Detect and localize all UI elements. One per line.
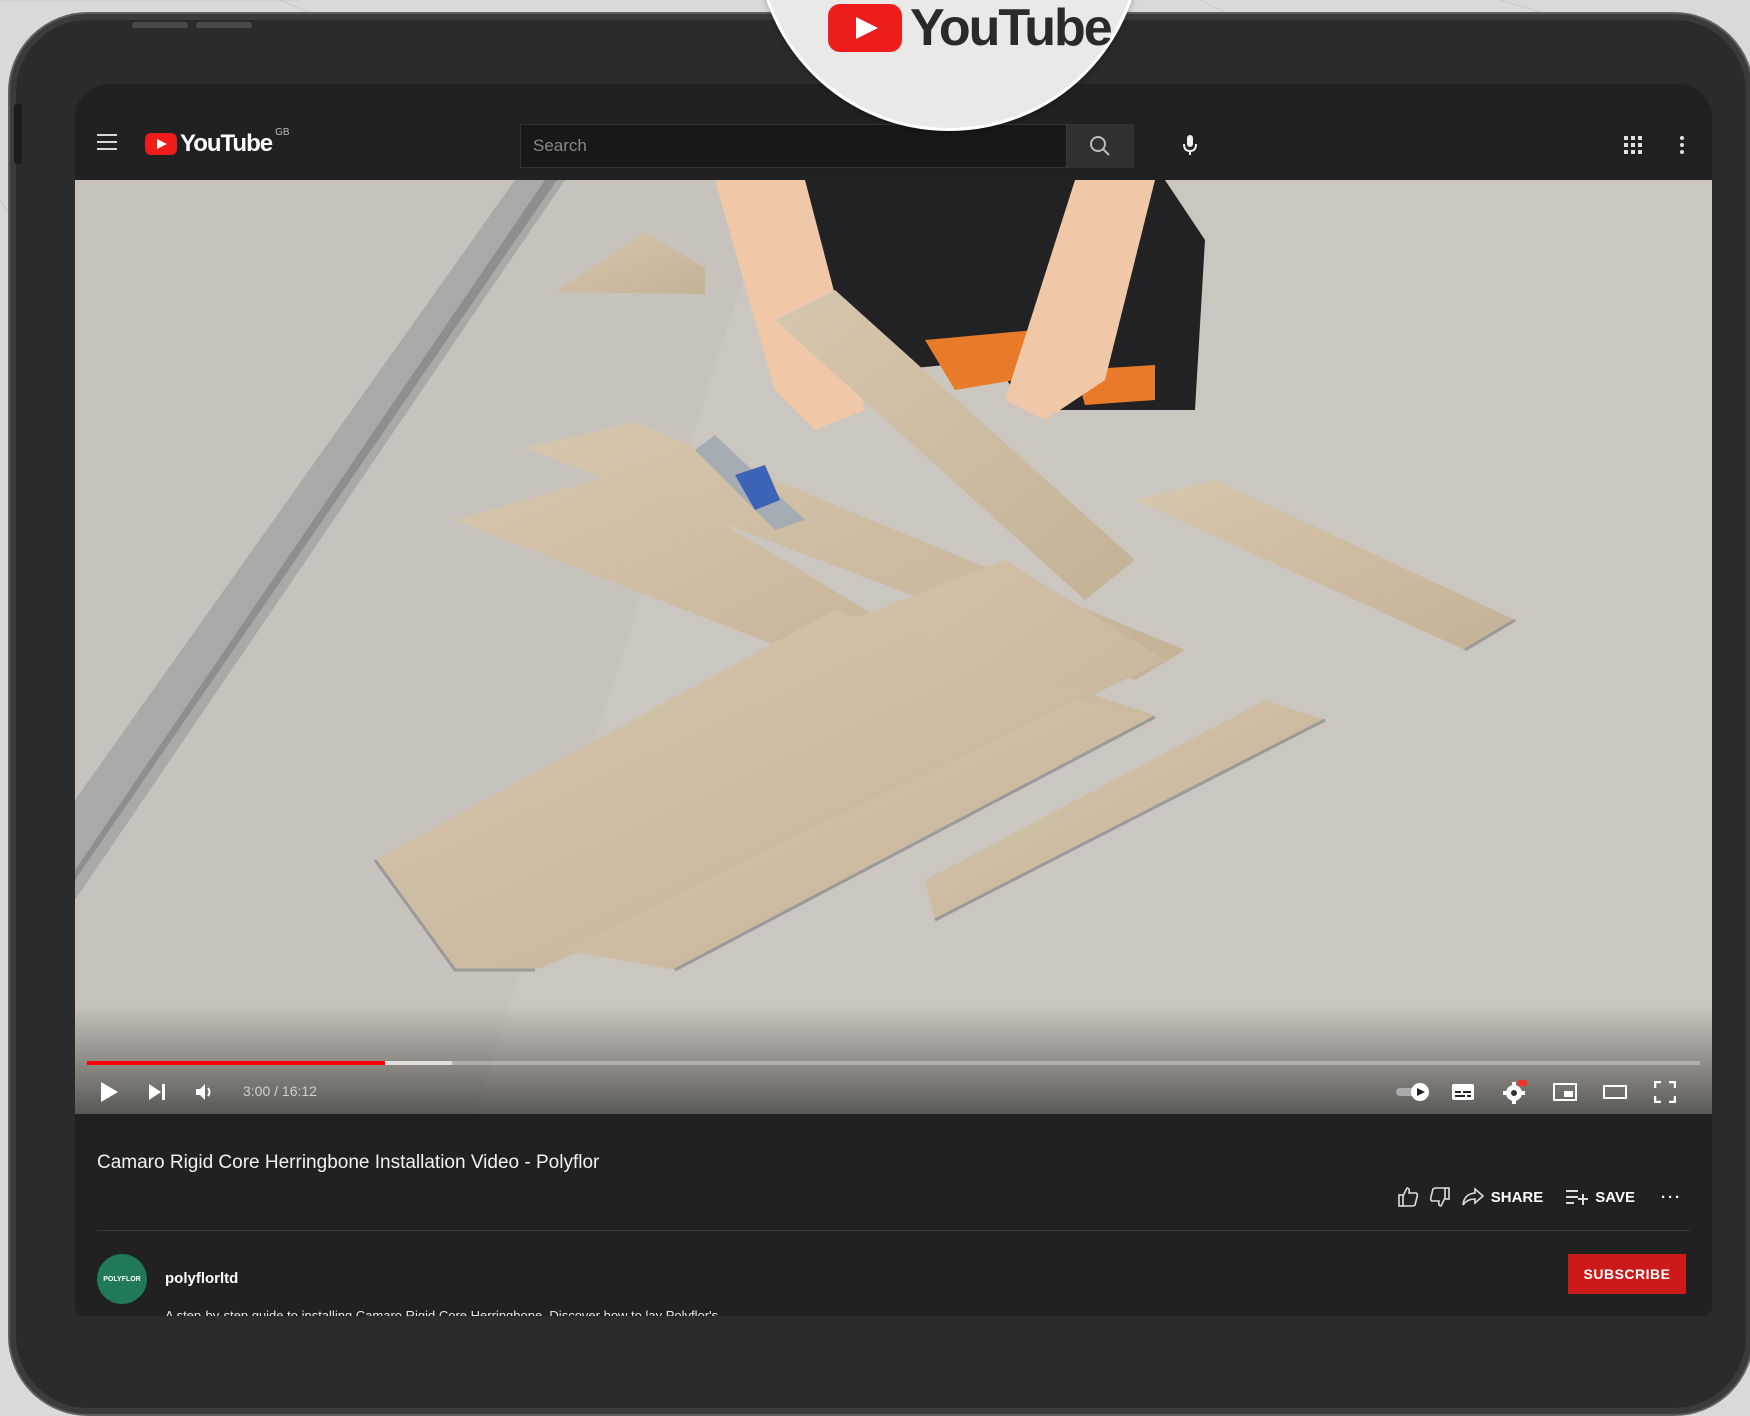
progress-played [87,1061,386,1065]
volume-icon [196,1084,211,1100]
search-input[interactable] [521,125,1066,167]
video-title: Camaro Rigid Core Herringbone Installati… [97,1152,600,1173]
youtube-logo[interactable]: YouTube GB [145,126,290,158]
fullscreen-icon [1654,1081,1676,1103]
subtitles-button[interactable] [1443,1072,1483,1112]
video-info: Camaro Rigid Core Herringbone Installati… [75,1114,1712,1316]
like-button[interactable] [1397,1186,1419,1208]
video-player[interactable]: 3:00 / 16:12 [75,180,1712,1114]
settings-icon [1503,1080,1527,1104]
video-description: A step-by-step guide to installing Camar… [165,1308,719,1316]
search-button[interactable] [1066,125,1133,167]
more-actions-icon[interactable]: ··· [1661,1189,1682,1206]
search-icon [1090,136,1110,156]
search-bar [520,124,1134,168]
youtube-play-icon [828,4,902,52]
next-button[interactable] [137,1072,177,1112]
video-actions: SHARE SAVE ··· [1397,1186,1682,1208]
share-button[interactable]: SHARE [1461,1186,1544,1208]
next-icon [149,1084,165,1100]
save-label: SAVE [1595,1188,1635,1206]
play-icon [101,1082,118,1102]
more-icon[interactable] [1680,136,1684,157]
fullscreen-button[interactable] [1645,1072,1685,1112]
banner-logo-text: YouTube [910,0,1113,57]
dislike-icon [1429,1187,1450,1207]
subtitles-icon [1452,1084,1474,1100]
side-button [14,104,22,164]
tablet-frame: YouTube GB Search 3:00 / 16:12 Camaro Ri… [8,12,1750,1416]
logo-wordmark: YouTube [180,130,273,157]
theater-icon [1603,1085,1627,1099]
like-icon [1397,1187,1418,1207]
video-frame [75,180,1712,1114]
apps-icon[interactable] [1624,136,1642,154]
miniplayer-button[interactable] [1545,1072,1585,1112]
avatar[interactable]: POLYFLOR [97,1254,147,1304]
screen: YouTube GB Search 3:00 / 16:12 Camaro Ri… [75,84,1712,1316]
autoplay-toggle[interactable] [1393,1072,1433,1112]
time-display: 3:00 / 16:12 [243,1083,317,1099]
play-button[interactable] [89,1072,129,1112]
menu-icon[interactable] [97,134,117,150]
settings-button[interactable] [1495,1072,1535,1112]
share-label: SHARE [1490,1188,1544,1206]
share-icon [1461,1187,1484,1206]
channel-name[interactable]: polyflorltd [165,1270,238,1287]
subscribe-button[interactable]: SUBSCRIBE [1568,1254,1686,1294]
banner-youtube-logo: YouTube [828,0,1113,58]
info-divider [97,1230,1690,1231]
mic-icon [1183,135,1197,155]
voice-search-button[interactable] [1175,130,1205,160]
save-button[interactable]: SAVE [1565,1188,1635,1206]
autoplay-toggle-icon [1396,1083,1429,1101]
save-icon [1566,1190,1589,1205]
theater-mode-button[interactable] [1595,1072,1635,1112]
region-code: GB [275,126,290,138]
avatar-logo-text: POLYFLOR [103,1275,141,1283]
miniplayer-icon [1553,1083,1577,1101]
mute-button[interactable] [185,1072,225,1112]
youtube-play-logo-icon [145,133,177,155]
volume-button-hardware-2 [196,22,252,28]
volume-button-hardware [132,22,188,28]
dislike-button[interactable] [1429,1186,1451,1208]
progress-bar[interactable] [87,1061,1700,1065]
player-controls: 3:00 / 16:12 [75,1072,1712,1112]
